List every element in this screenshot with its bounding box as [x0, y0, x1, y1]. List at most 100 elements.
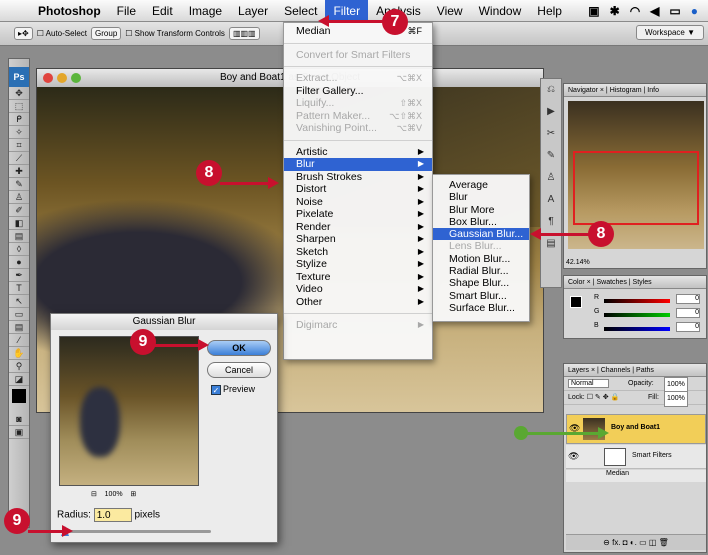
menu-item-pixelate[interactable]: Pixelate ▶: [284, 208, 432, 221]
layer-row[interactable]: 👁 Boy and Boat1: [566, 414, 706, 444]
move-tool-icon[interactable]: ▸✥: [14, 27, 33, 40]
menu-item-sharpen[interactable]: Sharpen ▶: [284, 233, 432, 246]
submenu-item-shape-blur[interactable]: Shape Blur...: [433, 277, 529, 289]
volume-icon[interactable]: ◀: [650, 4, 659, 18]
navigator-thumbnail[interactable]: [568, 101, 704, 249]
brushes-panel-icon[interactable]: ✎: [541, 145, 561, 167]
notes-tool-icon[interactable]: ▤: [9, 321, 29, 334]
radius-input[interactable]: 1.0: [93, 508, 132, 522]
menu-item-pattern-maker[interactable]: Pattern Maker... ⌥⇧⌘X: [284, 110, 432, 123]
submenu-item-motion-blur[interactable]: Motion Blur...: [433, 253, 529, 265]
fill-field[interactable]: 100%: [664, 391, 688, 407]
g-value[interactable]: 0: [676, 308, 700, 318]
menu-item-digimarc[interactable]: Digimarc ▶: [284, 319, 432, 332]
foreground-color-swatch[interactable]: [12, 389, 26, 403]
r-value[interactable]: 0: [676, 294, 700, 304]
marquee-tool-icon[interactable]: ⬚: [9, 100, 29, 113]
lasso-tool-icon[interactable]: ᑭ: [9, 113, 29, 126]
zoom-tool-icon[interactable]: ⚲: [9, 360, 29, 373]
ok-button[interactable]: OK: [207, 340, 271, 356]
path-select-icon[interactable]: ↖: [9, 295, 29, 308]
smart-filters-row[interactable]: 👁 Smart Filters: [566, 445, 706, 469]
pen-tool-icon[interactable]: ✒: [9, 269, 29, 282]
submenu-item-lens-blur[interactable]: Lens Blur...: [433, 240, 529, 252]
menu-item-texture[interactable]: Texture ▶: [284, 271, 432, 284]
lock-icons[interactable]: ☐ ✎ ✥ 🔒: [587, 394, 620, 401]
auto-select-checkbox[interactable]: ☐ Auto-Select: [37, 29, 87, 38]
layers-footer[interactable]: ⊖ fx. ◘ ◐. ▭ ◫ 🗑: [566, 534, 706, 550]
quick-mask-icon[interactable]: ◙: [9, 413, 29, 426]
submenu-item-smart-blur[interactable]: Smart Blur...: [433, 290, 529, 302]
menu-filter[interactable]: Filter: [325, 0, 369, 22]
b-slider[interactable]: [604, 327, 670, 331]
menu-item-other[interactable]: Other ▶: [284, 296, 432, 309]
menu-item-artistic[interactable]: Artistic ▶: [284, 146, 432, 159]
close-icon[interactable]: [43, 73, 53, 83]
layers-tabs[interactable]: Layers × | Channels | Paths: [564, 364, 706, 377]
menu-item-filter-gallery[interactable]: Filter Gallery...: [284, 85, 432, 98]
foreground-swatch[interactable]: [570, 296, 582, 308]
eyedropper-icon[interactable]: ⁄: [9, 334, 29, 347]
history-brush-icon[interactable]: ✐: [9, 204, 29, 217]
g-slider[interactable]: [604, 313, 670, 317]
menu-item-vanishing-point[interactable]: Vanishing Point... ⌥⌘V: [284, 122, 432, 135]
magic-wand-icon[interactable]: ✧: [9, 126, 29, 139]
eraser-tool-icon[interactable]: ◧: [9, 217, 29, 230]
group-select[interactable]: Group: [91, 27, 122, 40]
menu-item-distort[interactable]: Distort ▶: [284, 183, 432, 196]
photoshop-logo[interactable]: Ps: [9, 67, 29, 87]
zoom-icon[interactable]: [71, 73, 81, 83]
clone-stamp-icon[interactable]: ♙: [9, 191, 29, 204]
navigator-view-box[interactable]: [573, 151, 699, 225]
menu-item-brush-strokes[interactable]: Brush Strokes ▶: [284, 171, 432, 184]
menu-photoshop[interactable]: Photoshop: [30, 0, 109, 22]
wifi-icon[interactable]: ◠: [630, 4, 640, 18]
menu-item-noise[interactable]: Noise ▶: [284, 196, 432, 209]
navigator-zoom[interactable]: 42.14%: [566, 259, 590, 266]
slice-tool-icon[interactable]: ⟋: [9, 152, 29, 165]
dodge-tool-icon[interactable]: ●: [9, 256, 29, 269]
healing-brush-icon[interactable]: ✚: [9, 165, 29, 178]
actions-panel-icon[interactable]: ▶: [541, 101, 561, 123]
paragraph-panel-icon[interactable]: ¶: [541, 211, 561, 233]
blur-tool-icon[interactable]: ◊: [9, 243, 29, 256]
dialog-preview-image[interactable]: [59, 336, 199, 486]
submenu-item-radial-blur[interactable]: Radial Blur...: [433, 265, 529, 277]
menu-item-blur[interactable]: Blur ▶: [284, 158, 432, 171]
comps-panel-icon[interactable]: ▤: [541, 233, 561, 255]
preview-checkbox[interactable]: ✓ Preview: [211, 384, 255, 395]
menu-item-sketch[interactable]: Sketch ▶: [284, 246, 432, 259]
type-tool-icon[interactable]: T: [9, 282, 29, 295]
align-buttons[interactable]: ▥▥▥: [228, 27, 260, 40]
r-slider[interactable]: [604, 299, 670, 303]
color-tabs[interactable]: Color × | Swatches | Styles: [564, 276, 706, 289]
submenu-item-blur-more[interactable]: Blur More: [433, 204, 529, 216]
menu-item-liquify[interactable]: Liquify... ⇧⌘X: [284, 97, 432, 110]
menu-image[interactable]: Image: [181, 0, 230, 22]
menu-item-extract[interactable]: Extract... ⌥⌘X: [284, 72, 432, 85]
default-colors-icon[interactable]: ◪: [9, 373, 29, 386]
menu-item-video[interactable]: Video ▶: [284, 283, 432, 296]
move-tool-icon[interactable]: ✥: [9, 87, 29, 100]
menu-item-render[interactable]: Render ▶: [284, 221, 432, 234]
b-value[interactable]: 0: [676, 322, 700, 332]
radius-slider[interactable]: [61, 526, 211, 536]
menu-window[interactable]: Window: [471, 0, 530, 22]
eye-icon[interactable]: 👁: [568, 451, 579, 462]
hand-tool-icon[interactable]: ✋: [9, 347, 29, 360]
crop-tool-icon[interactable]: ⌗: [9, 139, 29, 152]
submenu-item-average[interactable]: Average: [433, 179, 529, 191]
brush-tool-icon[interactable]: ✎: [9, 178, 29, 191]
screen-mode-icon[interactable]: ▣: [9, 426, 29, 439]
menu-item-convert-smart[interactable]: Convert for Smart Filters: [284, 49, 432, 62]
submenu-item-gaussian-blur[interactable]: Gaussian Blur...: [433, 228, 529, 241]
display-icon[interactable]: ▣: [588, 4, 599, 18]
submenu-item-box-blur[interactable]: Box Blur...: [433, 216, 529, 228]
menu-item-stylize[interactable]: Stylize ▶: [284, 258, 432, 271]
menu-file[interactable]: File: [109, 0, 144, 22]
menu-layer[interactable]: Layer: [230, 0, 276, 22]
character-panel-icon[interactable]: A: [541, 189, 561, 211]
blend-mode-select[interactable]: Normal: [568, 379, 609, 388]
clone-panel-icon[interactable]: ♙: [541, 167, 561, 189]
tools-panel-icon[interactable]: ✂: [541, 123, 561, 145]
